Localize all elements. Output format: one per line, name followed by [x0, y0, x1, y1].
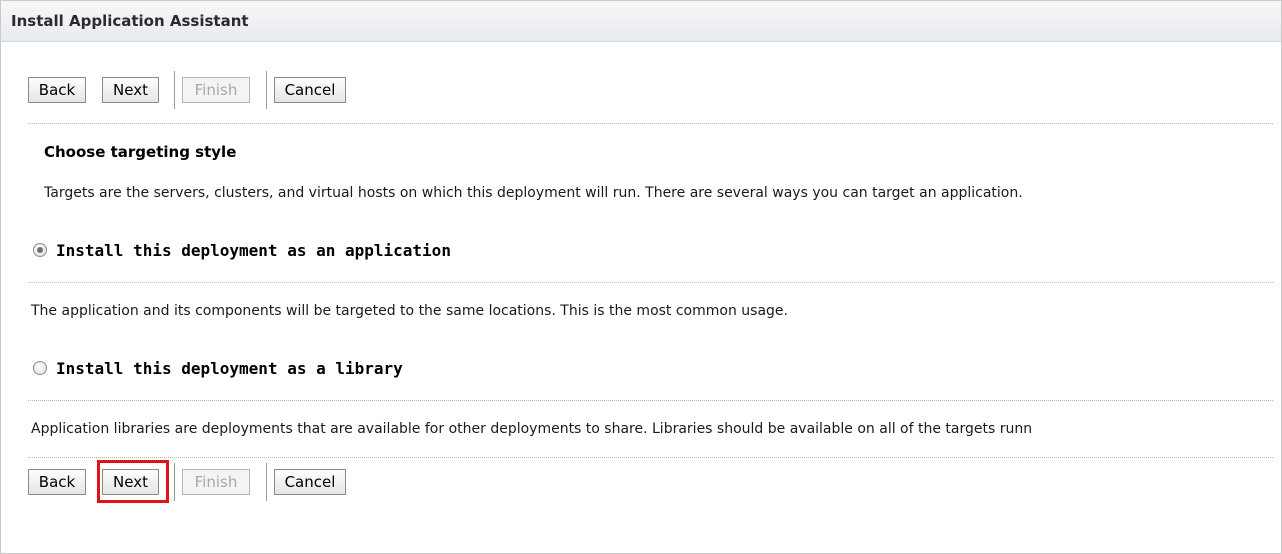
install-assistant-panel: Install Application Assistant Back Next … — [0, 0, 1282, 554]
panel-title: Install Application Assistant — [11, 12, 249, 30]
cancel-button-bottom[interactable]: Cancel — [274, 469, 346, 495]
section-description: Targets are the servers, clusters, and v… — [44, 185, 1023, 201]
back-button-top[interactable]: Back — [28, 77, 86, 103]
button-separator — [174, 71, 175, 109]
next-button-top[interactable]: Next — [102, 77, 159, 103]
radio-selected-dot — [37, 247, 43, 253]
button-separator — [266, 71, 267, 109]
option-application-description: The application and its components will … — [31, 303, 788, 319]
option-application-label[interactable]: Install this deployment as an applicatio… — [56, 241, 451, 260]
cancel-button-top[interactable]: Cancel — [274, 77, 346, 103]
radio-install-as-application[interactable] — [33, 243, 47, 257]
button-separator — [266, 463, 267, 501]
option-library-description: Application libraries are deployments th… — [31, 421, 1033, 437]
section-heading: Choose targeting style — [44, 143, 237, 161]
radio-install-as-library[interactable] — [33, 361, 47, 375]
panel-header: Install Application Assistant — [1, 1, 1281, 42]
divider — [28, 400, 1273, 401]
divider — [28, 123, 1273, 124]
divider — [28, 282, 1273, 283]
next-button-highlight — [97, 460, 169, 503]
finish-button-top[interactable]: Finish — [182, 77, 250, 103]
button-separator — [174, 463, 175, 501]
divider — [28, 457, 1273, 458]
finish-button-bottom[interactable]: Finish — [182, 469, 250, 495]
back-button-bottom[interactable]: Back — [28, 469, 86, 495]
option-library-label[interactable]: Install this deployment as a library — [56, 359, 403, 378]
